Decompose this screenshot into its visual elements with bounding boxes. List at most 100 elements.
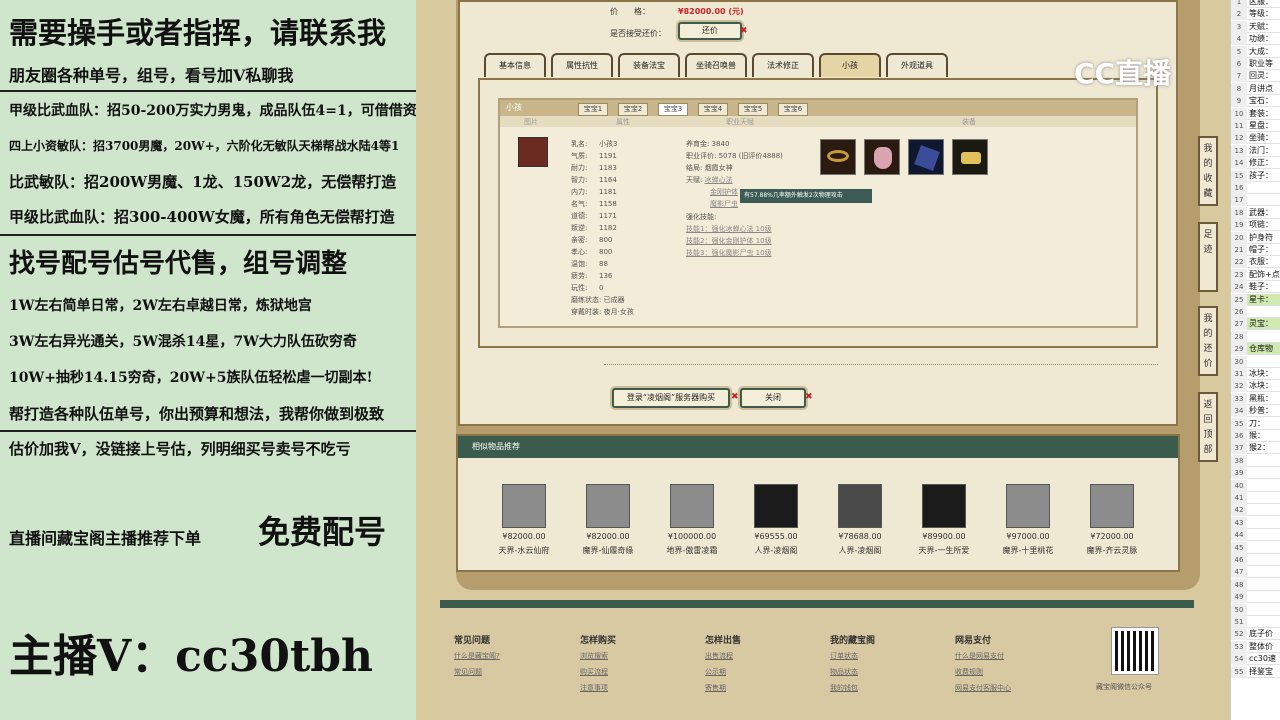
sheet-row[interactable]: 49 [1231, 591, 1280, 604]
back-to-top-button[interactable]: 返回顶部 [1198, 392, 1218, 462]
sheet-row[interactable]: 11 星盘： [1231, 120, 1280, 132]
sheet-row[interactable]: 23 配饰+点 [1231, 268, 1280, 281]
sheet-row[interactable]: 47 [1231, 566, 1280, 579]
sheet-row[interactable]: 44 [1231, 529, 1280, 542]
sheet-row[interactable]: 31 冰块： [1231, 368, 1280, 380]
footer-link[interactable]: 购买流程 [580, 667, 616, 677]
footer-link[interactable]: 常见问题 [454, 667, 500, 677]
similar-item[interactable]: ¥72000.00 魔界-齐云灵脉 [1072, 484, 1152, 556]
sheet-row[interactable]: 10 套装： [1231, 107, 1280, 120]
sheet-row[interactable]: 21 帽子： [1231, 244, 1280, 256]
footer-link[interactable]: 什么是网易支付 [955, 651, 1011, 661]
sheet-row[interactable]: 18 武器： [1231, 206, 1280, 219]
tab-spell-correction[interactable]: 法术修正 [752, 53, 814, 77]
footer-link[interactable]: 收费规则 [955, 667, 1011, 677]
footer-link[interactable]: 寄售期 [705, 683, 741, 693]
sheet-row[interactable]: 22 衣服： [1231, 256, 1280, 269]
sheet-row[interactable]: 28 [1231, 330, 1280, 343]
skill-1[interactable]: 技能1：强化冰蝉心法 10级 [686, 224, 772, 234]
similar-item[interactable]: ¥97000.00 魔界-十里桃花 [988, 484, 1068, 556]
counter-offer-button[interactable]: 还价 [678, 22, 742, 40]
sheet-row[interactable]: 37 猴2： [1231, 442, 1280, 455]
treasure-tab-3[interactable]: 宝宝3 [658, 103, 688, 116]
similar-item[interactable]: ¥82000.00 魔界-仙履奇缘 [568, 484, 648, 556]
treasure-tab-5[interactable]: 宝宝5 [738, 103, 768, 116]
sheet-row[interactable]: 8 月讲点 [1231, 82, 1280, 95]
sheet-row[interactable]: 54 cc30速 [1231, 653, 1280, 666]
sheet-row[interactable]: 16 [1231, 182, 1280, 194]
footer-link[interactable]: 注意事项 [580, 683, 616, 693]
sheet-row[interactable]: 1 区服： [1231, 0, 1280, 8]
sheet-row[interactable]: 29 仓库物 [1231, 343, 1280, 356]
footer-link[interactable]: 公示期 [705, 667, 741, 677]
sheet-row[interactable]: 9 宝石： [1231, 95, 1280, 108]
sheet-row[interactable]: 42 [1231, 504, 1280, 517]
sheet-row[interactable]: 40 [1231, 479, 1280, 492]
sheet-row[interactable]: 14 修正： [1231, 157, 1280, 170]
similar-item[interactable]: ¥82000.00 天界-水云仙府 [484, 484, 564, 556]
sheet-row[interactable]: 45 [1231, 541, 1280, 554]
similar-item[interactable]: ¥78688.00 人界-凌烟阁 [820, 484, 900, 556]
sheet-row[interactable]: 27 灵宝： [1231, 318, 1280, 331]
equip-crystal-icon[interactable] [908, 139, 944, 175]
skill-2[interactable]: 技能2：强化金刚护体 10级 [686, 236, 772, 246]
treasure-tab-2[interactable]: 宝宝2 [618, 103, 648, 116]
sheet-row[interactable]: 20 护身符 [1231, 231, 1280, 244]
sheet-row[interactable]: 12 坐骑： [1231, 132, 1280, 145]
treasure-tab-1[interactable]: 宝宝1 [578, 103, 608, 116]
equip-ingot-icon[interactable] [952, 139, 988, 175]
footer-link[interactable]: 网易支付客服中心 [955, 683, 1011, 693]
footer-link[interactable]: 出售流程 [705, 651, 741, 661]
sheet-row[interactable]: 36 猴： [1231, 430, 1280, 442]
treasure-tab-4[interactable]: 宝宝4 [698, 103, 728, 116]
sheet-row[interactable]: 33 黑瓶： [1231, 392, 1280, 405]
sheet-row[interactable]: 48 [1231, 578, 1280, 591]
sheet-row[interactable]: 25 星卡： [1231, 293, 1280, 306]
similar-item[interactable]: ¥69555.00 人界-凌烟阁 [736, 484, 816, 556]
sheet-row[interactable]: 2 等级： [1231, 8, 1280, 21]
sheet-row[interactable]: 17 [1231, 194, 1280, 207]
sheet-row[interactable]: 6 职业等 [1231, 58, 1280, 70]
tab-equipment[interactable]: 装备法宝 [618, 53, 680, 77]
sheet-row[interactable]: 30 [1231, 355, 1280, 368]
skill-3[interactable]: 技能3：强化魔影尸虫 10级 [686, 248, 772, 258]
sheet-row[interactable]: 26 [1231, 306, 1280, 318]
login-buy-button[interactable]: 登录“凌烟阁”服务器购买 [612, 388, 730, 408]
footer-link[interactable]: 订单状态 [830, 651, 875, 661]
talent-link-2[interactable]: 魔影尸虫 [710, 199, 738, 209]
talent-link-1[interactable]: 金刚护体 [710, 187, 738, 197]
tab-mounts[interactable]: 坐骑召唤兽 [685, 53, 747, 77]
similar-item[interactable]: ¥100000.00 地界-傲雷凌霜 [652, 484, 732, 556]
sheet-row[interactable]: 19 项链： [1231, 219, 1280, 232]
sheet-row[interactable]: 5 大成： [1231, 45, 1280, 58]
sheet-row[interactable]: 34 秒普： [1231, 405, 1280, 418]
my-counter-offers-button[interactable]: 我的还价 [1198, 306, 1218, 376]
tab-child[interactable]: 小孩 [819, 53, 881, 77]
sheet-row[interactable]: 46 [1231, 554, 1280, 566]
footer-link[interactable]: 我的钱包 [830, 683, 875, 693]
close-button[interactable]: 关闭 [740, 388, 806, 408]
footer-link[interactable]: 什么是藏宝阁? [454, 651, 500, 661]
sheet-row[interactable]: 15 孩子： [1231, 169, 1280, 182]
sheet-row[interactable]: 3 天赋： [1231, 20, 1280, 33]
similar-item[interactable]: ¥89900.00 天界-一生所爱 [904, 484, 984, 556]
sheet-row[interactable]: 13 法门： [1231, 144, 1280, 157]
sheet-row[interactable]: 32 冰块： [1231, 380, 1280, 393]
tab-appearance[interactable]: 外观道具 [886, 53, 948, 77]
sheet-row[interactable]: 41 [1231, 492, 1280, 504]
sheet-row[interactable]: 43 [1231, 516, 1280, 529]
sheet-row[interactable]: 4 功绩： [1231, 33, 1280, 46]
footer-link[interactable]: 浏览搜索 [580, 651, 616, 661]
sheet-row[interactable]: 52 底子价 [1231, 628, 1280, 641]
sheet-row[interactable]: 55 择鉴宝 [1231, 665, 1280, 678]
sheet-row[interactable]: 50 [1231, 603, 1280, 616]
sheet-row[interactable]: 7 回灵： [1231, 70, 1280, 83]
sheet-row[interactable]: 51 [1231, 616, 1280, 628]
sheet-row[interactable]: 38 [1231, 454, 1280, 467]
my-favorites-button[interactable]: 我的收藏 [1198, 136, 1218, 206]
sheet-row[interactable]: 53 整体价 [1231, 640, 1280, 653]
footprint-button[interactable]: 足迹 [1198, 222, 1218, 292]
sheet-row[interactable]: 39 [1231, 467, 1280, 480]
footer-link[interactable]: 物品状态 [830, 667, 875, 677]
tab-attributes[interactable]: 属性抗性 [551, 53, 613, 77]
